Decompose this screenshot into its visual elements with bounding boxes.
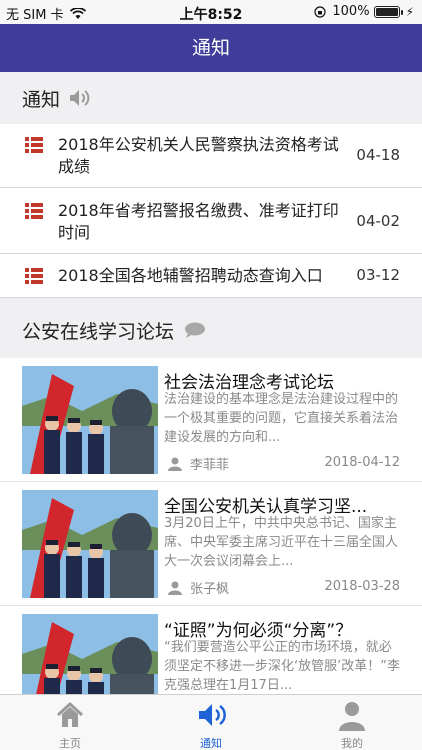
tab-home-label: 主页 [59, 737, 81, 750]
post-author: 张子枫 [168, 578, 229, 597]
notice-date: 04-02 [356, 212, 400, 230]
home-icon [56, 701, 84, 727]
notice-date: 04-18 [356, 146, 400, 164]
list-icon [25, 203, 43, 219]
notice-item[interactable]: 2018全国各地辅警招聘动态查询入口 03-12 [0, 254, 422, 298]
person-icon [339, 702, 365, 731]
forum-post[interactable]: 全国公安机关认真学习坚... 3月20日上午，中共中央总书记、国家主席、中央军委… [0, 482, 422, 606]
tab-notices-label: 通知 [200, 737, 222, 750]
notice-title: 2018年省考招警报名缴费、准考证打印时间 [58, 201, 339, 242]
post-thumbnail [22, 490, 158, 598]
orientation-lock-icon [314, 5, 326, 18]
forum-header-title: 公安在线学习论坛 [22, 320, 175, 343]
post-author: 李菲菲 [168, 454, 229, 473]
nav-bar: 通知 [0, 24, 422, 72]
tab-notices[interactable]: 通知 [161, 695, 261, 750]
tab-bar: 主页 通知 我的 [0, 694, 422, 750]
forum-post[interactable]: 社会法治理念考试论坛 法治建设的基本理念是法治建设过程中的一个极其重要的问题，它… [0, 358, 422, 482]
person-icon [168, 457, 182, 471]
post-date: 2018-03-28 [324, 579, 400, 594]
notice-item[interactable]: 2018年省考招警报名缴费、准考证打印时间 04-02 [0, 188, 422, 254]
chat-bubble-icon [185, 322, 206, 338]
post-excerpt: 3月20日上午，中共中央总书记、国家主席、中央军委主席习近平在十三届全国人大一次… [164, 516, 399, 569]
speaker-icon [199, 704, 226, 726]
notice-item[interactable]: 2018年公安机关人民警察执法资格考试成绩 04-18 [0, 124, 422, 188]
post-date: 2018-04-12 [324, 455, 400, 470]
battery-percent: 100% [332, 4, 370, 19]
notices-header: 通知 [0, 72, 422, 124]
notice-list: 2018年公安机关人民警察执法资格考试成绩 04-18 2018年省考招警报名缴… [0, 124, 422, 298]
post-excerpt: “我们要营造公平公正的市场环境，就必须坚定不移进一步深化‘放管服’改革！”李克强… [164, 640, 400, 693]
status-bar: 无 SIM 卡 上午8:52 100% ⚡ [0, 0, 422, 24]
list-icon [25, 137, 43, 153]
notice-title: 2018年公安机关人民警察执法资格考试成绩 [58, 135, 339, 176]
list-icon [25, 268, 43, 284]
forum-header: 公安在线学习论坛 [0, 302, 422, 358]
speaker-icon [70, 90, 90, 106]
tab-home[interactable]: 主页 [20, 695, 120, 750]
person-icon [168, 581, 182, 595]
tab-profile[interactable]: 我的 [302, 695, 402, 750]
notice-title: 2018全国各地辅警招聘动态查询入口 [58, 266, 323, 285]
charging-icon: ⚡ [405, 4, 414, 19]
forum-list: 社会法治理念考试论坛 法治建设的基本理念是法治建设过程中的一个极其重要的问题，它… [0, 358, 422, 730]
battery-icon [373, 5, 403, 18]
post-thumbnail [22, 366, 158, 474]
page-title: 通知 [191, 37, 230, 59]
tab-profile-label: 我的 [341, 737, 363, 750]
notice-date: 03-12 [356, 266, 400, 284]
post-author-name: 张子枫 [190, 582, 230, 597]
post-excerpt: 法治建设的基本理念是法治建设过程中的一个极其重要的问题，它直接关系着法治建设发展… [164, 392, 399, 445]
post-author-name: 李菲菲 [190, 458, 230, 473]
notices-header-title: 通知 [22, 88, 61, 111]
